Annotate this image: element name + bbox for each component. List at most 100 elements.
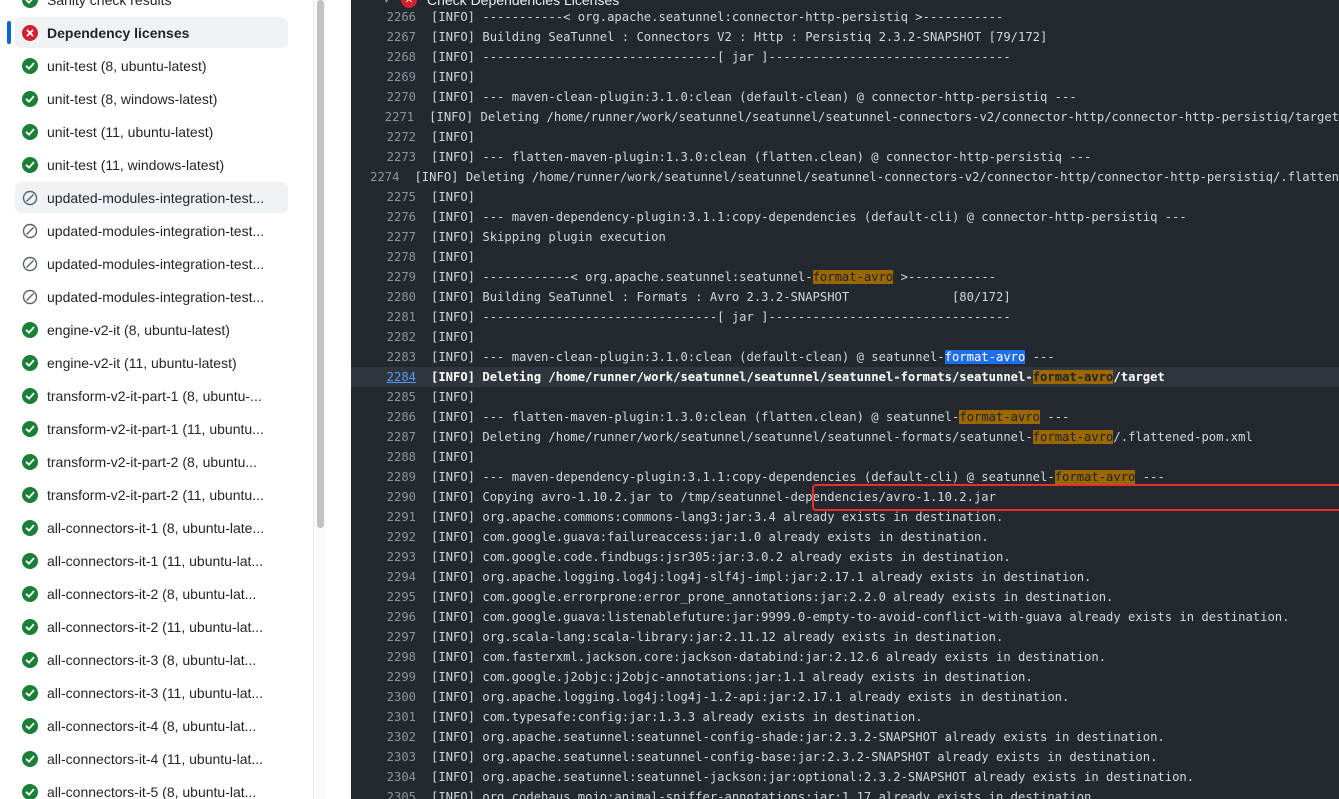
job-link[interactable]: unit-test (11, windows-latest): [15, 149, 288, 180]
line-number[interactable]: 2299: [351, 670, 416, 684]
line-number[interactable]: 2266: [351, 10, 416, 24]
job-item[interactable]: updated-modules-integration-test...: [0, 280, 313, 313]
job-link[interactable]: unit-test (8, windows-latest): [15, 83, 288, 114]
line-number[interactable]: 2280: [351, 290, 416, 304]
line-number[interactable]: 2274: [351, 170, 399, 184]
log-line: 2274 [INFO] Deleting /home/runner/work/se…: [351, 167, 1339, 187]
line-number[interactable]: 2301: [351, 710, 416, 724]
job-link[interactable]: transform-v2-it-part-2 (11, ubuntu...: [15, 479, 288, 510]
job-link[interactable]: all-connectors-it-4 (8, ubuntu-lat...: [15, 710, 288, 741]
job-item[interactable]: all-connectors-it-4 (11, ubuntu-lat...: [0, 742, 313, 775]
line-number[interactable]: 2287: [351, 430, 416, 444]
job-item[interactable]: engine-v2-it (11, ubuntu-latest): [0, 346, 313, 379]
job-link[interactable]: updated-modules-integration-test...: [15, 281, 288, 312]
job-item[interactable]: updated-modules-integration-test...: [0, 181, 313, 214]
line-number[interactable]: 2292: [351, 530, 416, 544]
job-link[interactable]: Dependency licenses: [15, 17, 288, 48]
line-number[interactable]: 2302: [351, 730, 416, 744]
line-number[interactable]: 2276: [351, 210, 416, 224]
job-item[interactable]: transform-v2-it-part-2 (8, ubuntu...: [0, 445, 313, 478]
chevron-down-icon[interactable]: ▼: [381, 0, 395, 6]
line-number[interactable]: 2279: [351, 270, 416, 284]
line-number[interactable]: 2282: [351, 330, 416, 344]
job-link[interactable]: unit-test (11, ubuntu-latest): [15, 116, 288, 147]
job-link[interactable]: all-connectors-it-2 (11, ubuntu-lat...: [15, 611, 288, 642]
job-link[interactable]: all-connectors-it-3 (11, ubuntu-lat...: [15, 677, 288, 708]
line-number[interactable]: 2291: [351, 510, 416, 524]
job-link[interactable]: updated-modules-integration-test...: [15, 248, 288, 279]
job-link[interactable]: all-connectors-it-4 (11, ubuntu-lat...: [15, 743, 288, 774]
job-item[interactable]: updated-modules-integration-test...: [0, 214, 313, 247]
job-link[interactable]: Sanity check results: [15, 0, 288, 15]
line-number[interactable]: 2288: [351, 450, 416, 464]
job-link[interactable]: all-connectors-it-1 (11, ubuntu-lat...: [15, 545, 288, 576]
job-link[interactable]: transform-v2-it-part-2 (8, ubuntu...: [15, 446, 288, 477]
job-item[interactable]: Sanity check results: [0, 0, 313, 16]
line-number[interactable]: 2273: [351, 150, 416, 164]
line-number[interactable]: 2296: [351, 610, 416, 624]
check-circle-icon: [22, 123, 38, 140]
line-number[interactable]: 2267: [351, 30, 416, 44]
line-number[interactable]: 2295: [351, 590, 416, 604]
job-item[interactable]: unit-test (8, windows-latest): [0, 82, 313, 115]
sidebar-scrollbar[interactable]: [313, 0, 326, 799]
line-number[interactable]: 2286: [351, 410, 416, 424]
line-number[interactable]: 2303: [351, 750, 416, 764]
job-item[interactable]: unit-test (8, ubuntu-latest): [0, 49, 313, 82]
line-number[interactable]: 2298: [351, 650, 416, 664]
job-item[interactable]: transform-v2-it-part-1 (11, ubuntu...: [0, 412, 313, 445]
job-link[interactable]: all-connectors-it-2 (8, ubuntu-lat...: [15, 578, 288, 609]
line-number[interactable]: 2290: [351, 490, 416, 504]
log-text: [INFO] --- maven-dependency-plugin:3.1.1…: [431, 470, 1165, 484]
job-item[interactable]: unit-test (11, windows-latest): [0, 148, 313, 181]
line-number[interactable]: 2305: [351, 790, 416, 799]
job-item[interactable]: all-connectors-it-1 (11, ubuntu-lat...: [0, 544, 313, 577]
line-number[interactable]: 2294: [351, 570, 416, 584]
line-number[interactable]: 2297: [351, 630, 416, 644]
job-item[interactable]: all-connectors-it-5 (8, ubuntu-lat...: [0, 775, 313, 799]
job-item[interactable]: unit-test (11, ubuntu-latest): [0, 115, 313, 148]
job-item[interactable]: transform-v2-it-part-1 (8, ubuntu-...: [0, 379, 313, 412]
line-number[interactable]: 2270: [351, 90, 416, 104]
log-lines: 2266 [INFO] -----------< org.apache.seatu…: [351, 7, 1339, 799]
line-number[interactable]: 2268: [351, 50, 416, 64]
job-item[interactable]: transform-v2-it-part-2 (11, ubuntu...: [0, 478, 313, 511]
job-link[interactable]: transform-v2-it-part-1 (8, ubuntu-...: [15, 380, 288, 411]
job-link[interactable]: all-connectors-it-5 (8, ubuntu-lat...: [15, 776, 288, 799]
job-link[interactable]: all-connectors-it-1 (8, ubuntu-late...: [15, 512, 288, 543]
line-number[interactable]: 2277: [351, 230, 416, 244]
check-circle-icon: [22, 783, 38, 799]
job-link[interactable]: updated-modules-integration-test...: [15, 215, 288, 246]
line-number[interactable]: 2300: [351, 690, 416, 704]
sidebar-scroll-thumb[interactable]: [317, 0, 324, 528]
job-item[interactable]: all-connectors-it-4 (8, ubuntu-lat...: [0, 709, 313, 742]
line-number[interactable]: 2281: [351, 310, 416, 324]
job-link[interactable]: engine-v2-it (8, ubuntu-latest): [15, 314, 288, 345]
job-link[interactable]: unit-test (8, ubuntu-latest): [15, 50, 288, 81]
log-text: [INFO]: [431, 390, 476, 404]
line-number[interactable]: 2278: [351, 250, 416, 264]
job-link[interactable]: updated-modules-integration-test...: [15, 182, 288, 213]
job-item[interactable]: all-connectors-it-3 (11, ubuntu-lat...: [0, 676, 313, 709]
line-number[interactable]: 2275: [351, 190, 416, 204]
job-item[interactable]: updated-modules-integration-test...: [0, 247, 313, 280]
job-item[interactable]: all-connectors-it-1 (8, ubuntu-late...: [0, 511, 313, 544]
job-link[interactable]: engine-v2-it (11, ubuntu-latest): [15, 347, 288, 378]
line-number[interactable]: 2272: [351, 130, 416, 144]
line-number[interactable]: 2271: [351, 110, 414, 124]
line-number[interactable]: 2285: [351, 390, 416, 404]
job-item[interactable]: all-connectors-it-3 (8, ubuntu-lat...: [0, 643, 313, 676]
job-item[interactable]: engine-v2-it (8, ubuntu-latest): [0, 313, 313, 346]
job-link[interactable]: all-connectors-it-3 (8, ubuntu-lat...: [15, 644, 288, 675]
line-number[interactable]: 2269: [351, 70, 416, 84]
job-item[interactable]: all-connectors-it-2 (8, ubuntu-lat...: [0, 577, 313, 610]
line-number[interactable]: 2283: [351, 350, 416, 364]
job-link[interactable]: transform-v2-it-part-1 (11, ubuntu...: [15, 413, 288, 444]
line-number[interactable]: 2304: [351, 770, 416, 784]
log-line: 2294 [INFO] org.apache.logging.log4j:log4…: [351, 567, 1339, 587]
line-number[interactable]: 2293: [351, 550, 416, 564]
job-item[interactable]: Dependency licenses: [0, 16, 313, 49]
line-number[interactable]: 2289: [351, 470, 416, 484]
line-number[interactable]: 2284: [351, 370, 416, 384]
job-item[interactable]: all-connectors-it-2 (11, ubuntu-lat...: [0, 610, 313, 643]
